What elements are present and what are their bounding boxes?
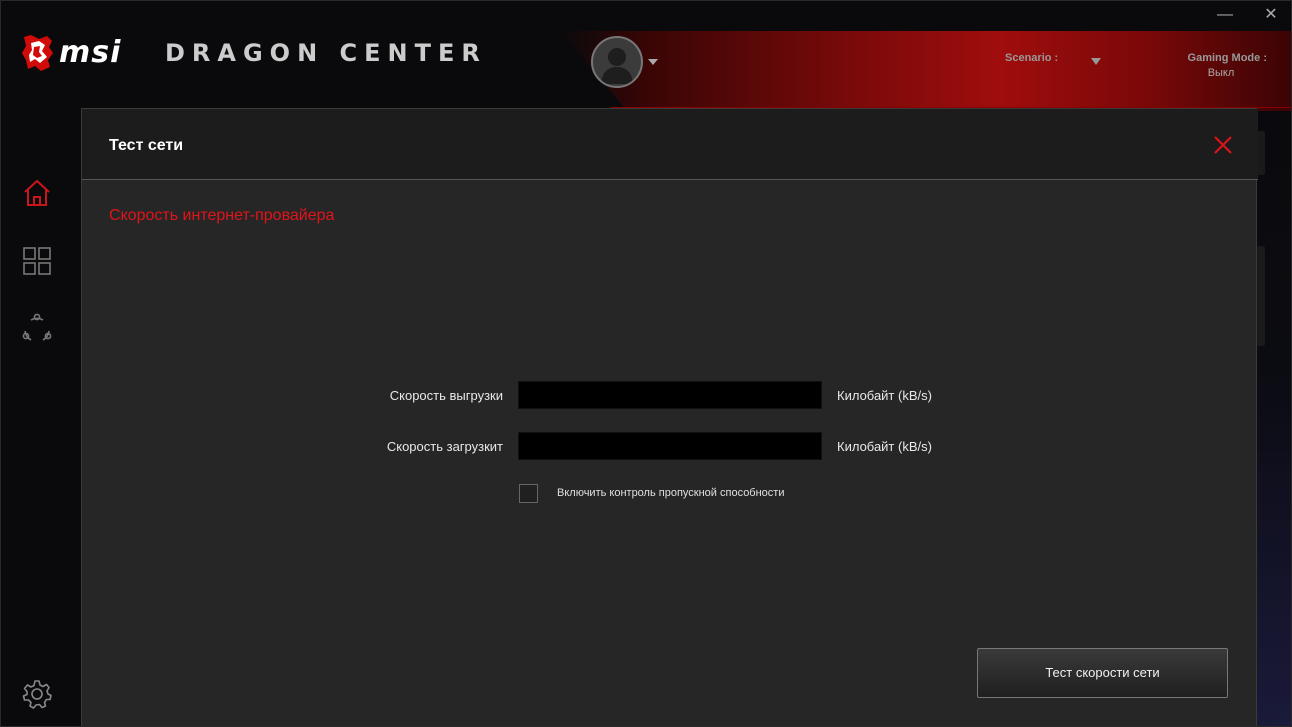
download-speed-field[interactable] <box>518 432 822 460</box>
minimize-button[interactable]: — <box>1213 5 1237 25</box>
app-header: — ✕ msi DRAGON CENTER Scenario : Gaming … <box>1 1 1291 111</box>
bandwidth-control-checkbox[interactable] <box>519 484 538 503</box>
network-speed-test-button[interactable]: Тест скорости сети <box>977 648 1228 698</box>
download-unit-label: Килобайт (kB/s) <box>837 439 932 454</box>
dialog-header: Тест сети <box>82 109 1258 180</box>
share-network-icon[interactable] <box>21 312 53 344</box>
window-close-button[interactable]: ✕ <box>1259 5 1283 25</box>
upload-unit-label: Килобайт (kB/s) <box>837 388 932 403</box>
product-title: DRAGON CENTER <box>165 39 487 67</box>
header-red-banner <box>561 31 1291 111</box>
gaming-mode-label: Gaming Mode : <box>1187 52 1267 64</box>
upload-speed-label: Скорость выгрузки <box>389 388 503 403</box>
download-speed-label: Скорость загрузкит <box>386 439 503 454</box>
msi-logo-text: msi <box>59 35 122 70</box>
msi-dragon-logo-icon <box>22 35 53 71</box>
close-icon[interactable] <box>1212 134 1234 156</box>
section-title: Скорость интернет-провайера <box>109 207 335 224</box>
gaming-mode-value[interactable]: Выкл <box>1191 67 1251 79</box>
scenario-label: Scenario : <box>1005 52 1059 64</box>
avatar-dropdown-caret-icon[interactable] <box>648 59 658 65</box>
background-panel <box>1257 131 1265 175</box>
scenario-dropdown-caret-icon[interactable] <box>1091 58 1101 65</box>
settings-gear-icon[interactable] <box>21 678 53 710</box>
apps-grid-icon[interactable] <box>21 245 53 277</box>
background-panel <box>1257 246 1265 346</box>
upload-speed-field[interactable] <box>518 381 822 409</box>
user-avatar[interactable] <box>591 36 643 88</box>
network-test-dialog: Тест сети Скорость интернет-провайера Ск… <box>81 108 1258 726</box>
bandwidth-control-label[interactable]: Включить контроль пропускной способности <box>557 487 785 499</box>
home-icon[interactable] <box>21 177 53 209</box>
dialog-title: Тест сети <box>109 137 184 154</box>
app-window: — ✕ msi DRAGON CENTER Scenario : Gaming … <box>0 0 1292 727</box>
user-silhouette-icon <box>601 48 633 84</box>
